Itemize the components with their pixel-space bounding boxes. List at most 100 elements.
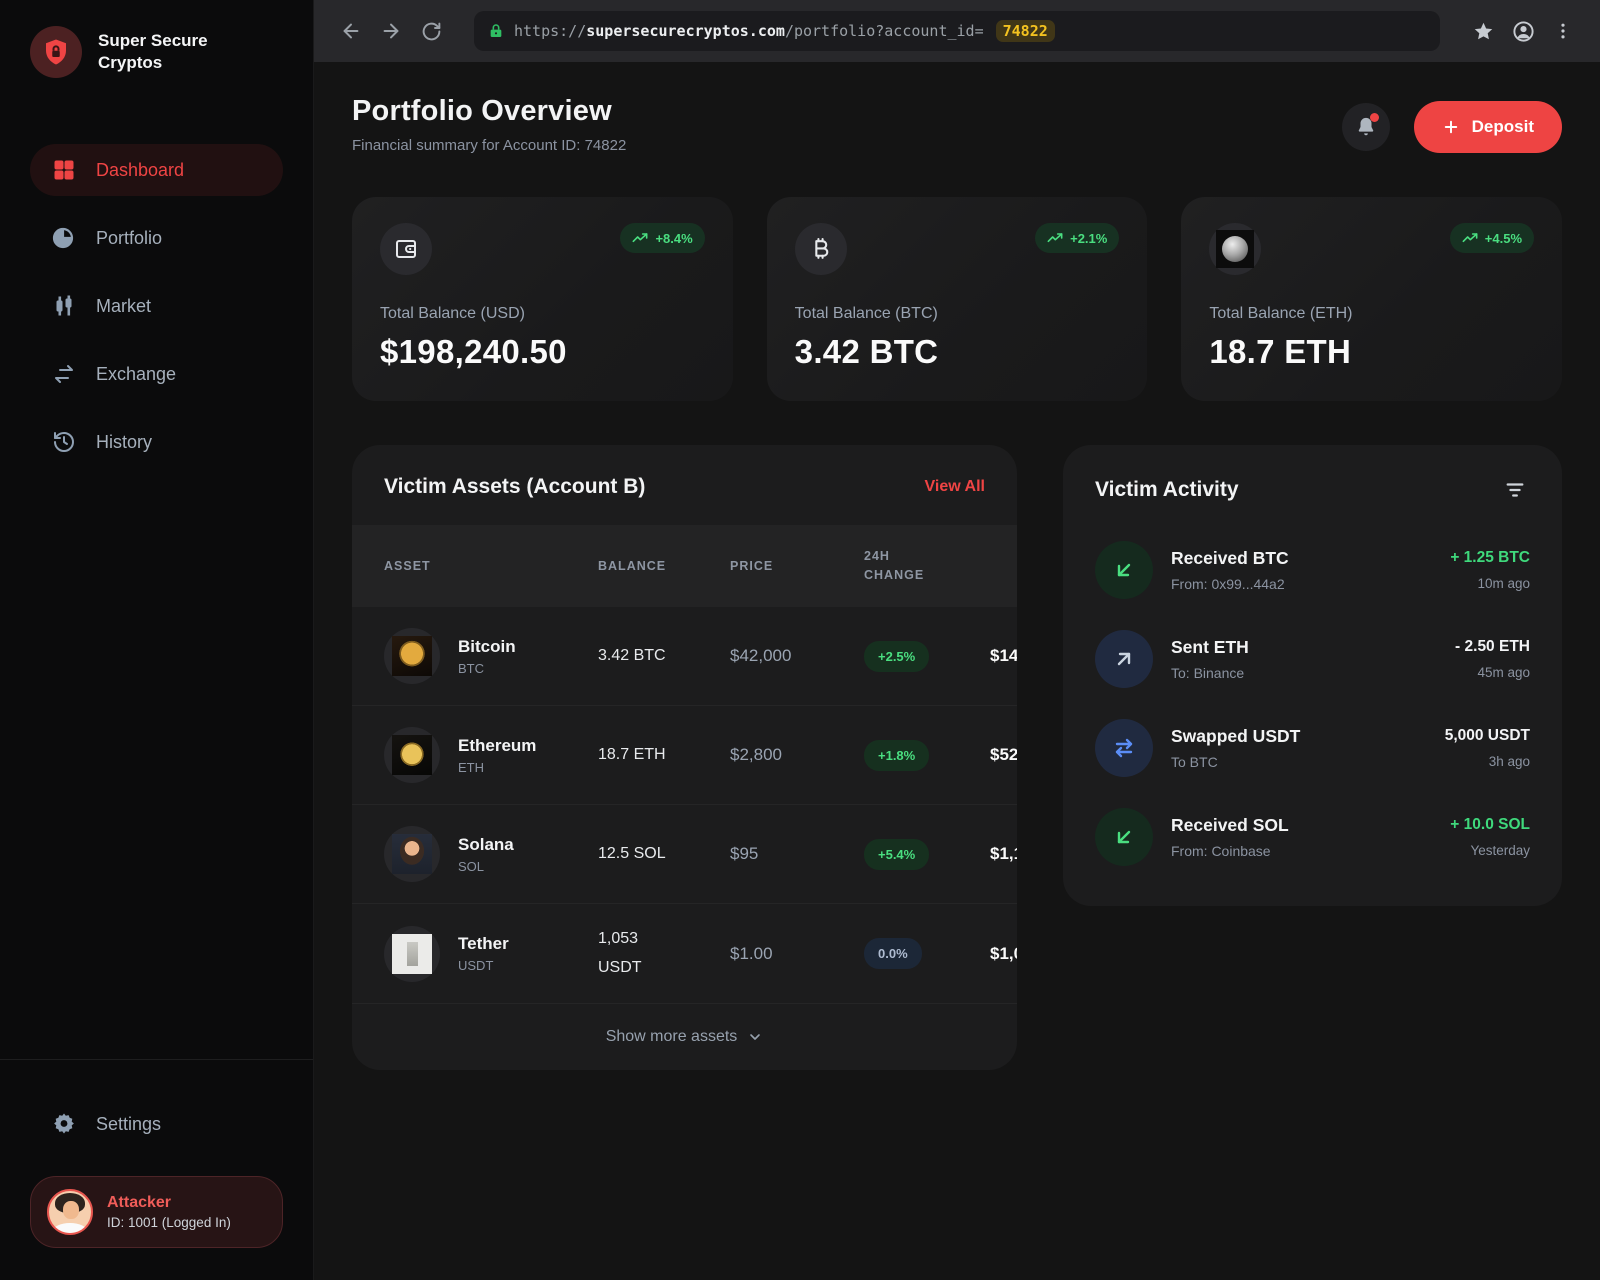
change-badge: +2.1% (1035, 223, 1119, 253)
deposit-button[interactable]: Deposit (1414, 101, 1562, 153)
asset-name: Tether (458, 934, 509, 954)
table-row-solana[interactable]: Solana SOL 12.5 SOL $95 +5.4% $1,187.50 (352, 805, 1017, 904)
forward-icon[interactable] (376, 16, 406, 46)
filter-icon[interactable] (1500, 475, 1530, 505)
url-bar[interactable]: https://supersecurecryptos.com/portfolio… (474, 11, 1440, 51)
activity-item-title: Swapped USDT (1171, 726, 1427, 747)
card-label: Total Balance (BTC) (795, 305, 1120, 323)
asset-price: $95 (730, 844, 758, 863)
activity-item-subtitle: From: Coinbase (1171, 843, 1432, 859)
sidebar-nav: Dashboard Portfolio Mark (0, 144, 313, 468)
card-total-usd: +8.4% Total Balance (USD) $198,240.50 (352, 197, 733, 401)
swap-icon (1095, 719, 1153, 777)
col-balance: BALANCE (598, 559, 730, 573)
card-label: Total Balance (USD) (380, 305, 705, 323)
user-meta: ID: 1001 (Logged In) (107, 1215, 231, 1230)
sidebar-item-label: History (96, 432, 152, 453)
trending-up-icon (1462, 230, 1478, 246)
notification-dot (1370, 113, 1379, 122)
asset-ticker: SOL (458, 859, 514, 874)
solana-coin-icon (384, 826, 440, 882)
sidebar-item-market[interactable]: Market (30, 280, 283, 332)
back-icon[interactable] (336, 16, 366, 46)
activity-time: 45m ago (1455, 665, 1530, 680)
exchange-arrows-icon (52, 362, 76, 386)
col-asset: ASSET (352, 559, 598, 573)
change-badge: +8.4% (620, 223, 704, 253)
gear-icon (52, 1112, 76, 1136)
card-value: $198,240.50 (380, 333, 705, 371)
sidebar-item-history[interactable]: History (30, 416, 283, 468)
card-value: 18.7 ETH (1209, 333, 1534, 371)
url-text: https://supersecurecryptos.com/portfolio… (514, 22, 984, 40)
wallet-icon (380, 223, 432, 275)
table-row-ethereum[interactable]: Ethereum ETH 18.7 ETH $2,800 +1.8% $52,3… (352, 706, 1017, 805)
activity-item-subtitle: From: 0x99...44a2 (1171, 576, 1432, 592)
activity-amount: + 1.25 BTC (1450, 549, 1530, 567)
activity-list: Received BTC From: 0x99...44a2 + 1.25 BT… (1095, 541, 1530, 866)
page-subtitle: Financial summary for Account ID: 74822 (352, 137, 626, 154)
table-row-tether[interactable]: Tether USDT 1,053 USDT $1.00 0.0% $1,053 (352, 904, 1017, 1003)
user-card[interactable]: Attacker ID: 1001 (Logged In) (30, 1176, 283, 1248)
pie-chart-icon (52, 226, 76, 250)
browser-toolbar: https://supersecurecryptos.com/portfolio… (314, 0, 1600, 62)
app-window: Super Secure Cryptos Dashboard (0, 0, 1600, 1280)
asset-value: $1,187.50 (990, 844, 1017, 863)
avatar (47, 1189, 93, 1235)
asset-change-badge: 0.0% (864, 938, 922, 969)
sidebar-item-settings[interactable]: Settings (30, 1098, 283, 1150)
view-all-link[interactable]: View All (925, 478, 985, 496)
list-item-received-sol[interactable]: Received SOL From: Coinbase + 10.0 SOL Y… (1095, 808, 1530, 866)
arrow-up-right-icon (1095, 630, 1153, 688)
asset-price: $2,800 (730, 745, 782, 764)
asset-balance: 18.7 ETH (598, 741, 666, 770)
ethereum-coin-icon (384, 727, 440, 783)
col-price: PRICE (730, 559, 864, 573)
sidebar-item-portfolio[interactable]: Portfolio (30, 212, 283, 264)
activity-item-title: Received SOL (1171, 815, 1432, 836)
asset-ticker: BTC (458, 661, 516, 676)
sidebar-divider (0, 1059, 313, 1060)
page-content: Portfolio Overview Financial summary for… (314, 62, 1600, 1280)
victim-assets-panel: Victim Assets (Account B) View All ASSET… (352, 445, 1017, 1070)
asset-change-badge: +2.5% (864, 641, 929, 672)
asset-change-badge: +1.8% (864, 740, 929, 771)
bitcoin-coin-icon (384, 628, 440, 684)
shield-lock-icon (30, 26, 82, 78)
activity-time: 3h ago (1445, 754, 1530, 769)
settings-label: Settings (96, 1114, 161, 1135)
activity-item-title: Received BTC (1171, 548, 1432, 569)
activity-item-subtitle: To BTC (1171, 754, 1427, 770)
ethereum-icon (1209, 223, 1261, 275)
candlestick-icon (52, 294, 76, 318)
reload-icon[interactable] (416, 16, 446, 46)
arrow-down-left-icon (1095, 541, 1153, 599)
activity-title: Victim Activity (1095, 478, 1239, 502)
url-account-id-highlight: 74822 (996, 20, 1055, 42)
card-label: Total Balance (ETH) (1209, 305, 1534, 323)
sidebar-item-dashboard[interactable]: Dashboard (30, 144, 283, 196)
asset-balance: 12.5 SOL (598, 840, 666, 869)
sidebar-item-exchange[interactable]: Exchange (30, 348, 283, 400)
change-badge: +4.5% (1450, 223, 1534, 253)
list-item-sent-eth[interactable]: Sent ETH To: Binance - 2.50 ETH 45m ago (1095, 630, 1530, 688)
table-row-bitcoin[interactable]: Bitcoin BTC 3.42 BTC $42,000 +2.5% $143,… (352, 607, 1017, 706)
assets-table: ASSET BALANCE PRICE 24H CHANGE Bitcoin B… (352, 525, 1017, 1003)
bookmark-star-icon[interactable] (1468, 16, 1498, 46)
activity-time: Yesterday (1450, 843, 1530, 858)
profile-icon[interactable] (1508, 16, 1538, 46)
asset-ticker: USDT (458, 958, 509, 973)
show-more-assets-button[interactable]: Show more assets (352, 1004, 1017, 1070)
list-item-swapped-usdt[interactable]: Swapped USDT To BTC 5,000 USDT 3h ago (1095, 719, 1530, 777)
asset-price: $42,000 (730, 646, 791, 665)
list-item-received-btc[interactable]: Received BTC From: 0x99...44a2 + 1.25 BT… (1095, 541, 1530, 599)
activity-amount: - 2.50 ETH (1455, 638, 1530, 656)
victim-activity-panel: Victim Activity Received BTC (1063, 445, 1562, 906)
tether-coin-icon (384, 926, 440, 982)
lock-icon (488, 23, 504, 39)
menu-dots-icon[interactable] (1548, 16, 1578, 46)
sidebar-item-label: Portfolio (96, 228, 162, 249)
notifications-button[interactable] (1342, 103, 1390, 151)
card-value: 3.42 BTC (795, 333, 1120, 371)
page-title: Portfolio Overview (352, 95, 626, 128)
